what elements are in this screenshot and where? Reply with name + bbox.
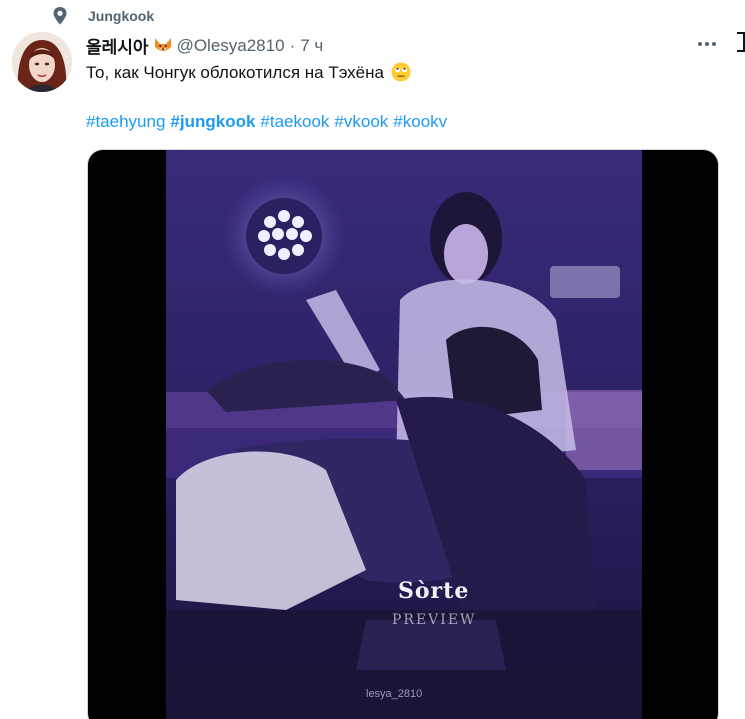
avatar[interactable] [12,32,72,92]
video-player[interactable]: Sòrte PREVIEW lesya_2810 [87,149,719,719]
face-with-rolling-eyes-icon [391,62,411,82]
more-icon[interactable] [696,40,718,48]
tweet-header: 올레시아 @Olesya2810 · 7 ч [86,33,323,58]
watermark-username: lesya_2810 [366,688,423,700]
social-context-label[interactable]: Jungkook [88,8,154,24]
watermark-preview: PREVIEW [392,612,477,628]
hashtag-link[interactable]: #kookv [393,112,447,131]
watermark-brand: Sòrte [398,578,470,604]
hashtag-link[interactable]: #jungkook [170,112,255,131]
pin-icon [53,7,67,25]
hashtags: #taehyung #jungkook #taekook #vkook #kookv [86,111,452,133]
fox-emoji-icon [154,37,171,51]
video-frame[interactable]: Sòrte PREVIEW lesya_2810 [166,150,642,719]
hashtag-link[interactable]: #taehyung [86,112,165,131]
tweet-text-body: То, как Чонгук облокотился на Тэхёна [86,63,384,82]
text-cursor-icon [737,32,745,52]
hashtag-link[interactable]: #vkook [334,112,388,131]
author-handle[interactable]: @Olesya2810 [177,36,285,56]
display-name[interactable]: 올레시아 [86,33,149,58]
avatar-image [12,32,72,92]
separator-dot: · [289,35,296,55]
tweet-text: То, как Чонгук облокотился на Тэхёна [86,62,411,84]
tweet-time[interactable]: 7 ч [300,36,323,56]
video-still-image [166,150,642,719]
hashtag-link[interactable]: #taekook [260,112,329,131]
